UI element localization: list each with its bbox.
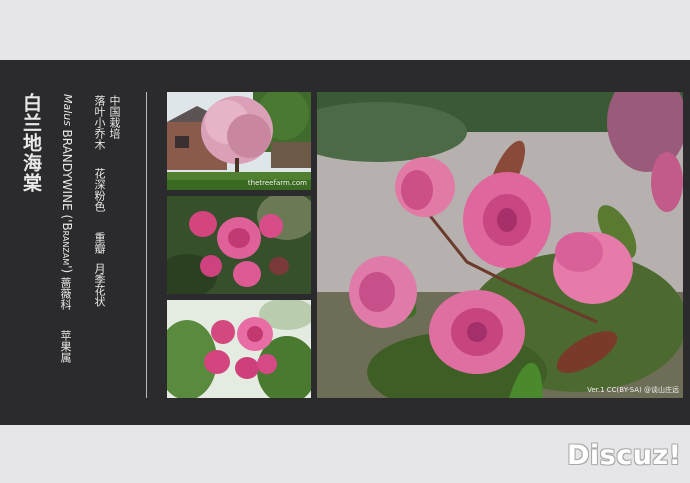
discuz-watermark: Discuz!: [567, 440, 682, 471]
latin-name: Malus BRANDYWINE ('Branzam'): [60, 94, 74, 273]
plant-title: 白兰地海棠: [20, 93, 42, 193]
photo-credit-main: Ver.1 CC(BY-SA) @谈山庄远: [587, 386, 679, 394]
top-background: [0, 0, 690, 60]
flower-branch-photo: [167, 300, 311, 398]
origin-label: 中国栽培: [108, 95, 121, 139]
tree-photo: thetreefarm.com: [167, 92, 311, 190]
habit-label: 落叶小乔木: [93, 95, 106, 150]
latin-genus: Malus: [61, 94, 74, 126]
petal-type-label: 重瓣: [93, 232, 106, 254]
flower-cluster-photo: [167, 196, 311, 294]
latin-cultivar: BRANDYWINE ('Branzam'): [60, 129, 74, 274]
slide-panel: 白兰地海棠 Malus BRANDYWINE ('Branzam') 蔷薇科 苹…: [0, 60, 690, 425]
flower-color-label: 花深粉色: [93, 168, 106, 212]
genus-cn-label: 苹果属: [59, 330, 72, 363]
main-flower-photo: Ver.1 CC(BY-SA) @谈山庄远: [317, 92, 683, 398]
vertical-divider: [146, 92, 147, 398]
family-label: 蔷薇科: [59, 277, 72, 310]
flower-form-label: 月季花状: [93, 263, 106, 307]
photo-credit-small: thetreefarm.com: [247, 179, 307, 187]
